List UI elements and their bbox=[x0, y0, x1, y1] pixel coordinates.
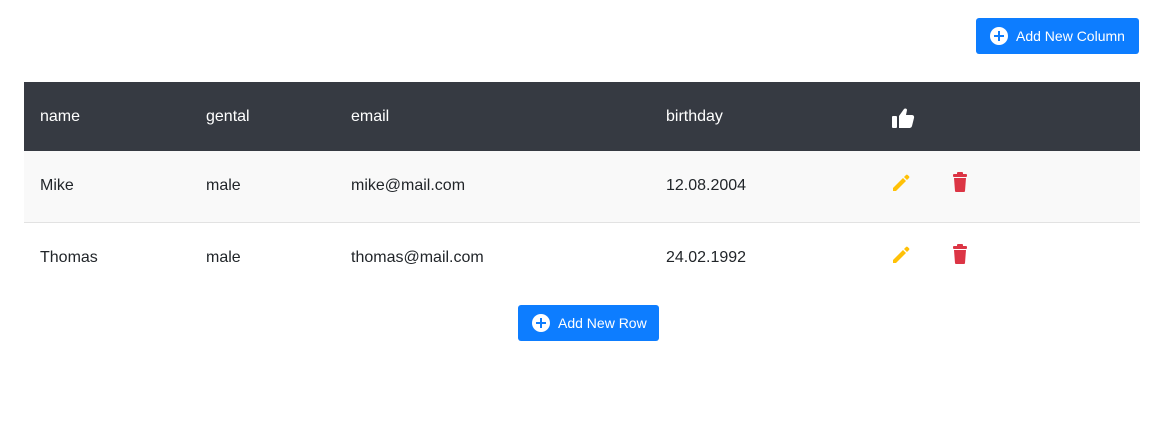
column-header-actions bbox=[875, 82, 1140, 151]
pencil-icon[interactable] bbox=[891, 173, 911, 193]
cell-email: thomas@mail.com bbox=[335, 221, 650, 293]
pencil-icon[interactable] bbox=[891, 245, 911, 265]
toolbar: Add New Column bbox=[976, 18, 1139, 54]
cell-actions bbox=[875, 151, 1140, 222]
plus-circle-icon bbox=[532, 314, 550, 332]
cell-birthday: 12.08.2004 bbox=[666, 177, 747, 195]
trash-icon[interactable] bbox=[952, 243, 972, 264]
cell-gental: male bbox=[206, 177, 241, 195]
add-new-column-label: Add New Column bbox=[1016, 28, 1125, 44]
cell-email: mike@mail.com bbox=[351, 177, 466, 195]
cell-gental: male bbox=[190, 221, 335, 293]
column-header-name[interactable]: name bbox=[24, 82, 190, 151]
table-row: Thomas male thomas@mail.com 24.02.1992 bbox=[24, 221, 1140, 293]
add-row-container: Add New Row bbox=[518, 305, 659, 341]
cell-actions bbox=[875, 221, 1140, 293]
table-header-row: name gental email birthday bbox=[24, 82, 1140, 151]
add-new-row-label: Add New Row bbox=[558, 315, 647, 331]
cell-birthday: 24.02.1992 bbox=[650, 221, 875, 293]
add-new-row-button[interactable]: Add New Row bbox=[518, 305, 659, 341]
thumbs-up-icon bbox=[891, 107, 915, 128]
column-header-gental[interactable]: gental bbox=[190, 82, 335, 151]
trash-icon[interactable] bbox=[952, 172, 972, 192]
table-row: Mike male mike@mail.com 12.08.2004 bbox=[24, 151, 1140, 222]
cell-name: Mike bbox=[40, 177, 74, 195]
plus-circle-icon bbox=[990, 27, 1008, 45]
column-header-birthday[interactable]: birthday bbox=[650, 82, 875, 151]
column-header-email[interactable]: email bbox=[335, 82, 650, 151]
data-table: name gental email birthday Mike male mik… bbox=[24, 82, 1140, 293]
cell-name: Thomas bbox=[24, 221, 190, 293]
add-new-column-button[interactable]: Add New Column bbox=[976, 18, 1139, 54]
